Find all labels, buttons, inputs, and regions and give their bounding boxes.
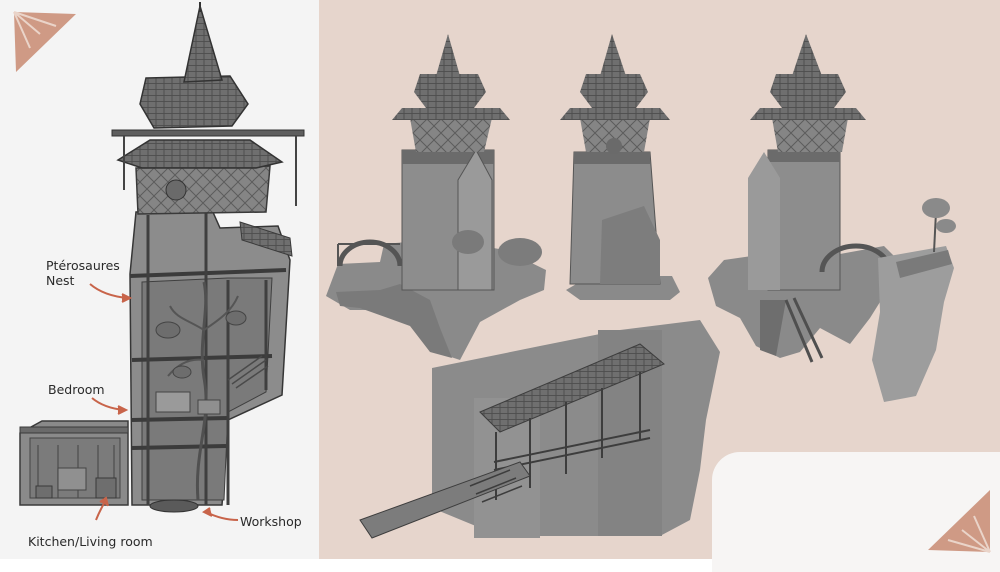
walkway-detail-sketch (359, 320, 720, 539)
pterosaur-nest-label: Ptérosaures Nest (46, 258, 120, 288)
artwork-canvas (13, 2, 991, 553)
tower-cutaway-illustration (19, 2, 305, 513)
tower-sketch-1 (326, 34, 546, 360)
tower-sketch-2 (560, 34, 680, 300)
wing-fan-icon (928, 490, 991, 553)
bedroom-label: Bedroom (48, 382, 105, 397)
wing-fan-icon (13, 11, 76, 72)
tower-sketch-3 (708, 34, 956, 402)
workshop-label: Workshop (240, 514, 302, 529)
kitchen-living-room-label: Kitchen/Living room (28, 534, 153, 549)
